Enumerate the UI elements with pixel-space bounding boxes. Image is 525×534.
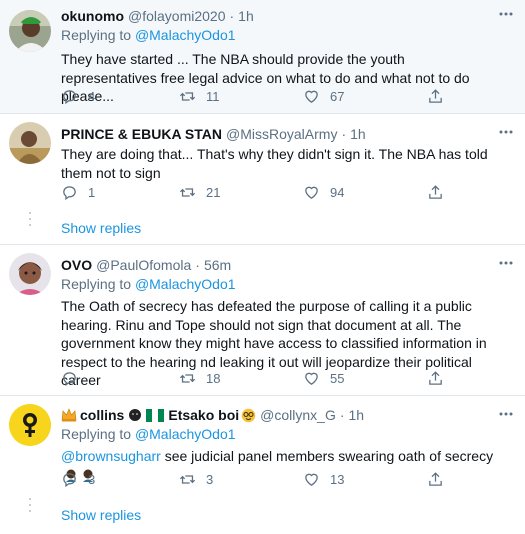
retweet-count: 3 <box>206 471 214 487</box>
retweet-icon <box>179 373 196 383</box>
avatar[interactable] <box>9 10 51 52</box>
like-button[interactable]: 55 <box>303 368 344 388</box>
display-name[interactable]: okunomo <box>61 7 124 25</box>
replying-to-label: Replying to <box>61 426 132 442</box>
tweet[interactable]: okunomo @folayomi2020 · 1h Replying to @… <box>0 0 525 113</box>
avatar[interactable] <box>9 122 51 164</box>
dark-face-icon <box>128 408 142 422</box>
like-button[interactable]: 67 <box>303 86 344 106</box>
reply-button[interactable] <box>61 368 88 388</box>
reply-button[interactable]: 4 <box>61 86 95 106</box>
like-count: 13 <box>330 471 345 487</box>
separator-dot: · <box>195 257 200 273</box>
share-button[interactable] <box>427 86 444 106</box>
timestamp[interactable]: 1h <box>350 125 366 143</box>
display-name-part[interactable]: Etsako boi <box>168 406 239 424</box>
like-button[interactable]: 13 <box>303 469 344 489</box>
nigeria-flag-icon <box>146 408 165 422</box>
replying-to-label: Replying to <box>61 276 132 292</box>
user-handle[interactable]: @folayomi2020 <box>128 7 226 25</box>
heart-icon <box>305 473 318 486</box>
separator-dot: · <box>339 407 345 423</box>
retweet-icon <box>179 91 196 101</box>
show-replies-link[interactable]: Show replies <box>61 507 141 523</box>
replying-to-mention[interactable]: @MalachyOdo1 <box>135 27 236 43</box>
heart-icon <box>305 372 318 385</box>
conversation-timeline: okunomo @folayomi2020 · 1h Replying to @… <box>0 0 525 534</box>
nerd-face-icon <box>241 408 256 423</box>
timestamp[interactable]: 1h <box>349 406 365 424</box>
retweet-count: 11 <box>206 88 220 104</box>
heart-icon <box>305 90 318 103</box>
separator-dot: · <box>341 126 347 142</box>
reply-icon <box>63 371 76 386</box>
show-replies-link[interactable]: Show replies <box>61 220 141 236</box>
reply-button[interactable]: 1 <box>61 182 95 202</box>
more-options-icon[interactable] <box>497 123 515 141</box>
more-options-icon[interactable] <box>497 405 515 423</box>
tweet[interactable]: collins Etsako boi @collynx_G · 1h Reply… <box>0 396 525 534</box>
heart-icon <box>305 186 318 199</box>
like-count: 94 <box>330 184 345 200</box>
display-name-part[interactable]: collins <box>80 406 124 424</box>
reply-button[interactable]: 3 <box>61 469 95 489</box>
avatar[interactable] <box>9 253 51 295</box>
avatar[interactable] <box>9 404 51 446</box>
replying-to-mention[interactable]: @MalachyOdo1 <box>135 426 236 442</box>
replying-to: Replying to @MalachyOdo1 <box>61 425 495 443</box>
reply-count: 1 <box>88 184 96 200</box>
thread-continuation-dots <box>29 498 31 516</box>
more-options-icon[interactable] <box>497 5 515 23</box>
crown-icon <box>61 408 77 422</box>
like-count: 67 <box>330 88 345 104</box>
display-name[interactable]: OVO <box>61 256 92 274</box>
thread-continuation-dots <box>29 212 31 230</box>
more-options-icon[interactable] <box>497 254 515 272</box>
share-button[interactable] <box>427 469 444 489</box>
share-icon <box>429 88 442 103</box>
share-icon <box>429 471 442 486</box>
retweet-count: 21 <box>206 184 221 200</box>
retweet-button[interactable]: 21 <box>179 182 220 202</box>
share-icon <box>429 370 442 385</box>
separator-dot: · <box>229 8 235 24</box>
tweet-actions: 4 11 67 <box>61 86 461 106</box>
retweet-count: 18 <box>206 370 221 386</box>
user-handle[interactable]: @collynx_G <box>260 406 336 424</box>
replying-to: Replying to @MalachyOdo1 <box>61 275 495 293</box>
retweet-button[interactable]: 11 <box>179 86 220 106</box>
tweet-actions: 3 3 13 <box>61 469 461 489</box>
reply-count: 3 <box>88 471 96 487</box>
share-icon <box>429 184 442 199</box>
tweet-actions: 18 55 <box>61 368 461 388</box>
retweet-icon <box>179 187 196 197</box>
reply-count: 4 <box>88 88 96 104</box>
replying-to: Replying to @MalachyOdo1 <box>61 26 495 44</box>
tweet-text: They are doing that... That's why they d… <box>61 146 488 181</box>
reply-icon <box>63 472 76 487</box>
display-name[interactable]: PRINCE & EBUKA STAN <box>61 125 222 143</box>
retweet-button[interactable]: 18 <box>179 368 220 388</box>
reply-icon <box>63 185 76 200</box>
replying-to-mention[interactable]: @MalachyOdo1 <box>135 276 236 292</box>
timestamp[interactable]: 1h <box>238 7 254 25</box>
timestamp[interactable]: 56m <box>204 256 231 274</box>
tweet[interactable]: PRINCE & EBUKA STAN @MissRoyalArmy · 1h … <box>0 114 525 244</box>
tweet-text-body: see judicial panel members swearing oath… <box>160 448 494 464</box>
tweet[interactable]: OVO @PaulOfomola · 56m Replying to @Mala… <box>0 245 525 388</box>
like-button[interactable]: 94 <box>303 182 344 202</box>
like-count: 55 <box>330 370 345 386</box>
reply-icon <box>63 89 76 104</box>
female-symbol-icon <box>9 404 51 446</box>
user-handle[interactable]: @PaulOfomola <box>96 256 191 274</box>
tweet-actions: 1 21 94 <box>61 182 461 202</box>
share-button[interactable] <box>427 182 444 202</box>
share-button[interactable] <box>427 368 444 388</box>
user-handle[interactable]: @MissRoyalArmy <box>226 125 337 143</box>
replying-to-label: Replying to <box>61 27 132 43</box>
retweet-button[interactable]: 3 <box>179 469 213 489</box>
text-mention[interactable]: @brownsugharr <box>61 448 161 464</box>
retweet-icon <box>179 474 196 484</box>
